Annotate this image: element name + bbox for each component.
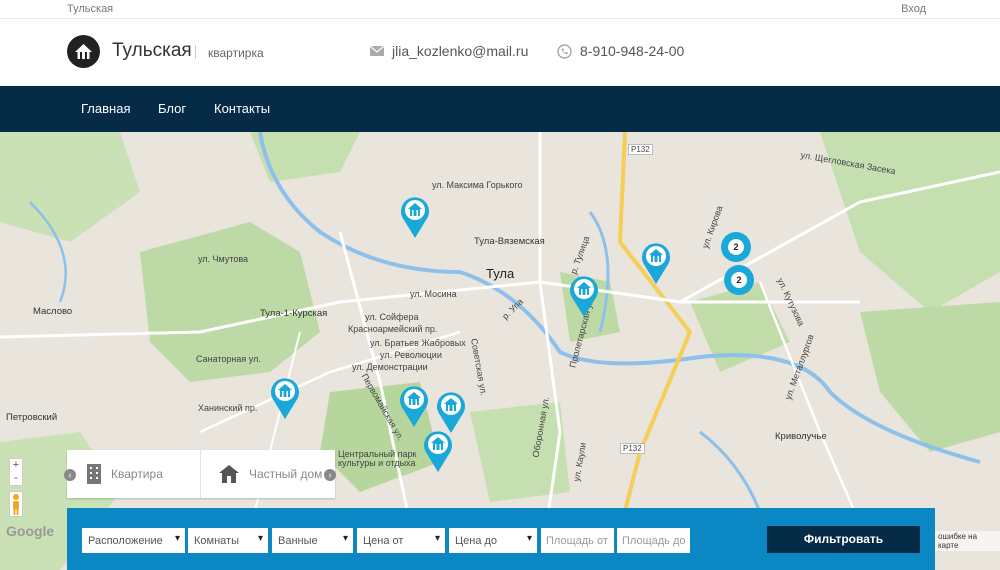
map-label-gorky: ул. Максима Горького — [432, 180, 523, 190]
map-label-maslovo: Маслово — [33, 306, 73, 317]
logo-house-icon[interactable] — [67, 35, 100, 68]
map-label-chmutova: ул. Чмутова — [198, 254, 249, 264]
type-apartment[interactable]: Квартира — [87, 450, 163, 498]
map-label-bratev-zhabrovykh: ул. Братьев Жабровых — [370, 338, 466, 348]
type-apartment-label: Квартира — [111, 467, 163, 481]
rooms-select[interactable]: Комнаты ▾ — [188, 528, 268, 553]
road-sign-r132-bottom: Р132 — [620, 443, 645, 454]
location-select[interactable]: Расположение ▾ — [82, 528, 185, 553]
type-divider — [200, 450, 201, 498]
map-label-tula-vyazemskaya: Тула-Вяземская — [474, 236, 545, 247]
map-label-krivoluchye: Криволучье — [775, 431, 827, 442]
map-cluster-marker[interactable]: 2 — [721, 232, 751, 262]
map-label-revolyutsii: ул. Революции — [380, 350, 442, 360]
map-label-khaninsky: Ханинский пр. — [198, 403, 258, 413]
chevron-right-icon[interactable]: › — [324, 469, 336, 481]
type-house-label: Частный дом — [249, 467, 323, 481]
type-house[interactable]: Частный дом — [219, 450, 322, 498]
chevron-down-icon: ▾ — [526, 533, 532, 544]
nav-item-home[interactable]: Главная — [81, 101, 130, 116]
map-cluster-marker[interactable]: 2 — [724, 265, 754, 295]
pegman-icon[interactable] — [9, 491, 23, 517]
logo-title[interactable]: Тульская — [112, 40, 192, 62]
zoom-out-button[interactable]: - — [10, 472, 22, 485]
site-name: Тульская — [67, 3, 114, 15]
map-view[interactable]: Тула ул. Максима Горького Тула-Вяземская… — [0, 132, 1000, 570]
map-error-report-link[interactable]: ошибке на карте — [935, 531, 1000, 551]
map-label-park: Центральный парк культуры и отдыха — [338, 449, 417, 468]
road-sign-r132-top: Р132 — [628, 144, 653, 155]
property-marker-icon[interactable] — [399, 385, 429, 427]
map-city-label: Тула — [486, 266, 515, 281]
email-text[interactable]: jlia_kozlenko@mail.ru — [392, 43, 528, 59]
zoom-control: + - — [9, 458, 23, 486]
login-link[interactable]: Вход — [901, 3, 926, 15]
rooms-select-value: Комнаты — [194, 535, 239, 547]
price-to-value: Цена до — [455, 535, 498, 547]
area-from-input[interactable] — [541, 528, 614, 553]
header: Тульская квартирка jlia_kozlenko@mail.ru… — [0, 19, 1000, 86]
chevron-down-icon: ▾ — [342, 533, 348, 544]
property-marker-icon[interactable] — [436, 391, 466, 433]
baths-select[interactable]: Ванные ▾ — [272, 528, 353, 553]
price-from-select[interactable]: Цена от ▾ — [357, 528, 445, 553]
email-contact: jlia_kozlenko@mail.ru — [370, 43, 528, 59]
map-label-demonstratsii: ул. Демонстрации — [352, 362, 428, 372]
property-marker-icon[interactable] — [423, 430, 453, 472]
filter-submit-button[interactable]: Фильтровать — [767, 526, 920, 553]
phone-icon — [557, 43, 572, 59]
cluster-count: 2 — [728, 239, 744, 255]
map-label-soyfera: ул. Сойфера — [365, 312, 419, 322]
property-marker-icon[interactable] — [569, 275, 599, 317]
main-nav: Главная Блог Контакты — [0, 86, 1000, 132]
chevron-left-icon[interactable]: ‹ — [64, 469, 76, 481]
chevron-down-icon: ▾ — [434, 533, 440, 544]
google-logo: Google — [6, 523, 55, 539]
filter-bar: Расположение ▾ Комнаты ▾ Ванные ▾ Цена от ▾ … — [67, 508, 935, 570]
area-to-input[interactable] — [617, 528, 690, 553]
chevron-down-icon: ▾ — [257, 533, 263, 544]
cluster-count: 2 — [731, 272, 747, 288]
property-type-switch: Квартира Частный дом — [67, 450, 335, 498]
property-marker-icon[interactable] — [270, 377, 300, 419]
map-label-sanatornaya: Санаторная ул. — [196, 354, 261, 364]
nav-item-contacts[interactable]: Контакты — [214, 101, 270, 116]
price-to-select[interactable]: Цена до ▾ — [449, 528, 537, 553]
phone-contact: 8-910-948-24-00 — [557, 43, 684, 59]
baths-select-value: Ванные — [278, 535, 318, 547]
nav-item-blog[interactable]: Блог — [158, 101, 186, 116]
house-icon — [219, 465, 239, 483]
logo-subtitle: квартирка — [208, 46, 264, 60]
phone-text[interactable]: 8-910-948-24-00 — [580, 43, 684, 59]
price-from-value: Цена от — [363, 535, 404, 547]
location-select-value: Расположение — [88, 535, 163, 547]
map-label-mosina: ул. Мосина — [410, 289, 457, 299]
map-label-petrovsky: Петровский — [6, 412, 58, 423]
building-icon — [87, 464, 101, 484]
map-base — [0, 132, 1000, 570]
chevron-down-icon: ▾ — [174, 533, 180, 544]
zoom-in-button[interactable]: + — [10, 459, 22, 472]
envelope-icon — [370, 46, 384, 56]
property-marker-icon[interactable] — [641, 242, 671, 284]
property-marker-icon[interactable] — [400, 196, 430, 238]
map-label-krasnoarmeysky: Красноармейский пр. — [348, 324, 438, 334]
logo-divider — [195, 45, 196, 59]
map-label-tula-kurskaya: Тула-1-Курская — [260, 308, 328, 319]
top-bar: Тульская Вход — [0, 0, 1000, 19]
